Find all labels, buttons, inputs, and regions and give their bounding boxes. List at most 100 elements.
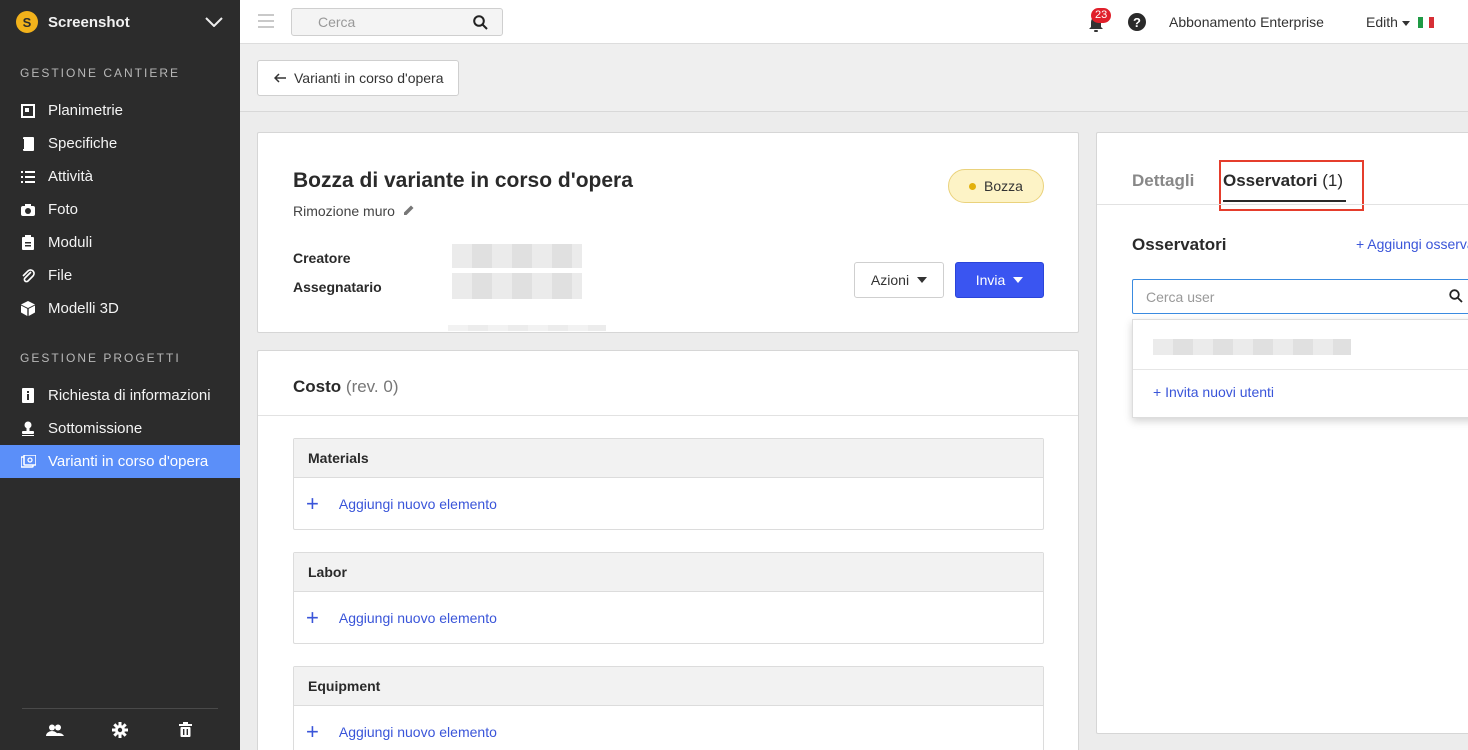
add-observer-link[interactable]: + Aggiungi osservatore (1356, 236, 1468, 252)
paperclip-icon (20, 268, 36, 284)
plus-icon: + (306, 604, 319, 630)
status-badge: Bozza (948, 169, 1044, 203)
sidebar-item-moduli[interactable]: Moduli (0, 226, 240, 259)
notifications-count-badge: 23 (1091, 8, 1112, 23)
caret-down-icon (1013, 277, 1024, 283)
sidebar-item-rfi[interactable]: Richiesta di informazioni (0, 379, 240, 412)
add-item-button[interactable]: + Aggiungi nuovo elemento (294, 706, 1043, 750)
sidebar-item-label: Modelli 3D (48, 300, 119, 317)
cost-group-labor: Labor + Aggiungi nuovo elemento (293, 552, 1044, 644)
user-option-redacted (1153, 339, 1351, 355)
sidebar-item-label: Varianti in corso d'opera (48, 453, 209, 470)
sidebar-item-label: Moduli (48, 234, 93, 251)
actions-dropdown-button[interactable]: Azioni (854, 262, 944, 298)
plus-icon: + (306, 718, 319, 744)
sidebar-item-label: Sottomissione (48, 420, 143, 437)
sidebar-item-specifiche[interactable]: Specifiche (0, 127, 240, 160)
status-dot-icon (969, 182, 976, 190)
sidebar-item-file[interactable]: File (0, 259, 240, 292)
user-search-input[interactable] (1133, 280, 1433, 313)
search-input[interactable] (292, 9, 462, 35)
chevron-down-icon[interactable] (204, 12, 224, 32)
user-option[interactable] (1133, 320, 1468, 370)
actions-label: Azioni (870, 272, 910, 288)
send-label: Invia (975, 272, 1006, 288)
italy-flag-icon[interactable] (1418, 17, 1434, 28)
cost-group-equipment: Equipment + Aggiungi nuovo elemento (293, 666, 1044, 750)
top-bar: 23 ? Abbonamento Enterprise Edith (240, 0, 1468, 44)
invite-users-link[interactable]: + Invita nuovi utenti (1153, 384, 1274, 400)
search-icon[interactable] (473, 15, 488, 33)
cost-card: Costo (rev. 0) Materials + Aggiungi nuov… (257, 350, 1079, 750)
hamburger-menu-icon[interactable] (258, 14, 274, 28)
project-switcher[interactable]: S Screenshot (0, 0, 240, 44)
status-label: Bozza (984, 178, 1023, 194)
sidebar-item-label: Richiesta di informazioni (48, 387, 211, 404)
details-side-panel: Dettagli Osservatori (1) Osservatori + A… (1096, 132, 1468, 734)
sidebar-item-label: Specifiche (48, 135, 118, 152)
search-icon[interactable] (1449, 289, 1463, 306)
section-site-management: GESTIONE CANTIERE (20, 66, 181, 80)
cost-revision: (rev. 0) (345, 377, 399, 396)
observers-title: Osservatori (1132, 235, 1227, 254)
user-menu[interactable]: Edith (1366, 14, 1410, 30)
clipboard-icon (20, 235, 36, 251)
global-search (291, 8, 503, 36)
change-order-header-card: Bozza di variante in corso d'opera Rimoz… (257, 132, 1079, 333)
sidebar-item-label: Planimetrie (48, 102, 124, 119)
sidebar-item-foto[interactable]: Foto (0, 193, 240, 226)
add-item-button[interactable]: + Aggiungi nuovo elemento (294, 592, 1043, 643)
stamp-icon (20, 421, 36, 437)
send-dropdown-button[interactable]: Invia (955, 262, 1044, 298)
sidebar-item-planimetrie[interactable]: Planimetrie (0, 94, 240, 127)
sidebar-item-varianti[interactable]: Varianti in corso d'opera (0, 445, 240, 478)
info-doc-icon (20, 388, 36, 404)
app-logo-icon: S (16, 11, 38, 33)
group-header: Equipment (294, 667, 1043, 706)
change-order-icon (20, 454, 36, 470)
sidebar-item-sottomissione[interactable]: Sottomissione (0, 412, 240, 445)
edit-pencil-icon[interactable] (403, 203, 415, 219)
add-item-label: Aggiungi nuovo elemento (338, 723, 497, 740)
project-name: Screenshot (48, 13, 130, 31)
arrow-left-icon (273, 70, 286, 86)
subtitle-text: Rimozione muro (293, 203, 395, 219)
back-button-label: Varianti in corso d'opera (294, 70, 444, 86)
group-header: Labor (294, 553, 1043, 592)
gear-icon[interactable] (110, 720, 130, 740)
caret-down-icon (1401, 20, 1410, 26)
sidebar-item-label: Attività (48, 168, 94, 185)
trash-icon[interactable] (175, 720, 195, 740)
plus-icon: + (306, 490, 319, 516)
redacted-strip (448, 325, 606, 331)
subscription-plan-link[interactable]: Abbonamento Enterprise (1169, 14, 1324, 30)
user-search-dropdown: + Invita nuovi utenti (1132, 319, 1468, 418)
user-search-field (1132, 279, 1468, 314)
users-icon[interactable] (45, 720, 65, 740)
add-item-label: Aggiungi nuovo elemento (338, 609, 497, 626)
sidebar-item-modelli-3d[interactable]: Modelli 3D (0, 292, 240, 325)
creator-label: Creatore (293, 250, 351, 266)
specs-book-icon (20, 136, 36, 152)
tab-details[interactable]: Dettagli (1132, 171, 1194, 191)
caret-down-icon (917, 277, 928, 283)
group-header: Materials (294, 439, 1043, 478)
sidebar-item-label: Foto (48, 201, 79, 218)
add-item-button[interactable]: + Aggiungi nuovo elemento (294, 478, 1043, 529)
camera-icon (20, 202, 36, 218)
back-button[interactable]: Varianti in corso d'opera (257, 60, 459, 96)
creator-value-redacted (452, 244, 582, 268)
sidebar-item-attivita[interactable]: Attività (0, 160, 240, 193)
list-icon (20, 169, 36, 185)
sidebar: S Screenshot GESTIONE CANTIERE Planimetr… (0, 0, 240, 750)
change-order-subtitle: Rimozione muro (293, 203, 415, 219)
add-item-label: Aggiungi nuovo elemento (338, 495, 497, 512)
assignee-value-redacted (452, 273, 582, 299)
floorplan-icon (20, 103, 36, 119)
divider (258, 415, 1078, 416)
cost-title: Costo (rev. 0) (293, 377, 398, 397)
help-icon[interactable]: ? (1128, 13, 1146, 31)
section-project-management: GESTIONE PROGETTI (20, 351, 181, 365)
user-name: Edith (1366, 14, 1398, 30)
sidebar-footer (22, 708, 218, 750)
